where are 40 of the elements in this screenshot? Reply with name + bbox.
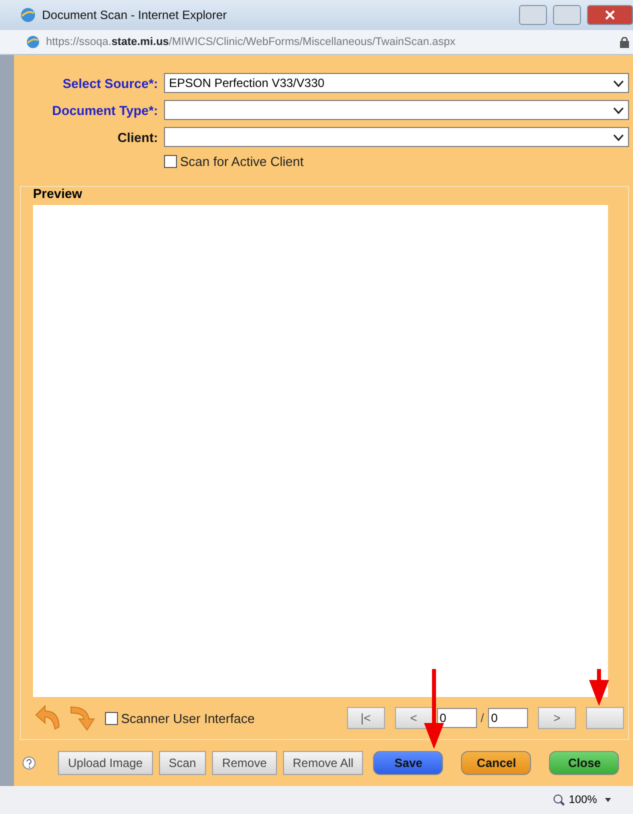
chevron-down-icon: [613, 80, 624, 86]
first-page-button[interactable]: |<: [346, 707, 385, 729]
checkbox-label: Scan for Active Client: [180, 154, 304, 169]
toolbar-button[interactable]: Upload Image: [58, 751, 153, 775]
close-icon: [605, 10, 615, 20]
field-label: Select Source*:: [62, 76, 158, 90]
close-button[interactable]: [587, 5, 633, 25]
chevron-down-icon: [613, 106, 624, 114]
chevron-down-icon: [613, 134, 624, 140]
globe-icon: [20, 7, 36, 23]
zoom-icon: [552, 794, 565, 806]
arrow-icon: [588, 669, 610, 706]
preview-title: Preview: [33, 186, 84, 201]
field-label: Client:: [116, 130, 158, 144]
dropdown-field[interactable]: EPSON Perfection V33/V330: [164, 73, 629, 93]
checkbox[interactable]: [105, 712, 118, 724]
total-pages-field[interactable]: 0: [488, 708, 528, 728]
page-separator: /: [480, 711, 484, 725]
maximize-button[interactable]: [553, 5, 581, 25]
next-page-button[interactable]: >: [538, 707, 576, 729]
globe-icon: [26, 35, 40, 49]
zoom-level[interactable]: 100%: [568, 794, 597, 806]
action-button[interactable]: Close: [549, 751, 620, 775]
action-button[interactable]: Cancel: [461, 751, 532, 775]
toolbar-button[interactable]: Remove: [212, 751, 277, 775]
help-icon[interactable]: [22, 756, 36, 770]
minimize-button[interactable]: [519, 5, 547, 25]
toolbar-button[interactable]: Scan: [158, 751, 206, 775]
action-button[interactable]: Save: [373, 751, 444, 775]
checkbox-label: Scanner User Interface: [121, 710, 255, 726]
field-label: Document Type*:: [51, 102, 158, 118]
arrow-icon: [423, 669, 445, 749]
previous-page-button[interactable]: <: [394, 707, 433, 729]
window-title: Document Scan - Internet Explorer: [42, 8, 228, 22]
toolbar-button[interactable]: Remove All: [282, 751, 364, 775]
checkbox[interactable]: [164, 155, 177, 168]
lock-icon: [620, 36, 629, 48]
dropdown-field[interactable]: [164, 100, 629, 120]
page-input[interactable]: 0: [436, 708, 477, 728]
dropdown-field[interactable]: [164, 127, 629, 147]
